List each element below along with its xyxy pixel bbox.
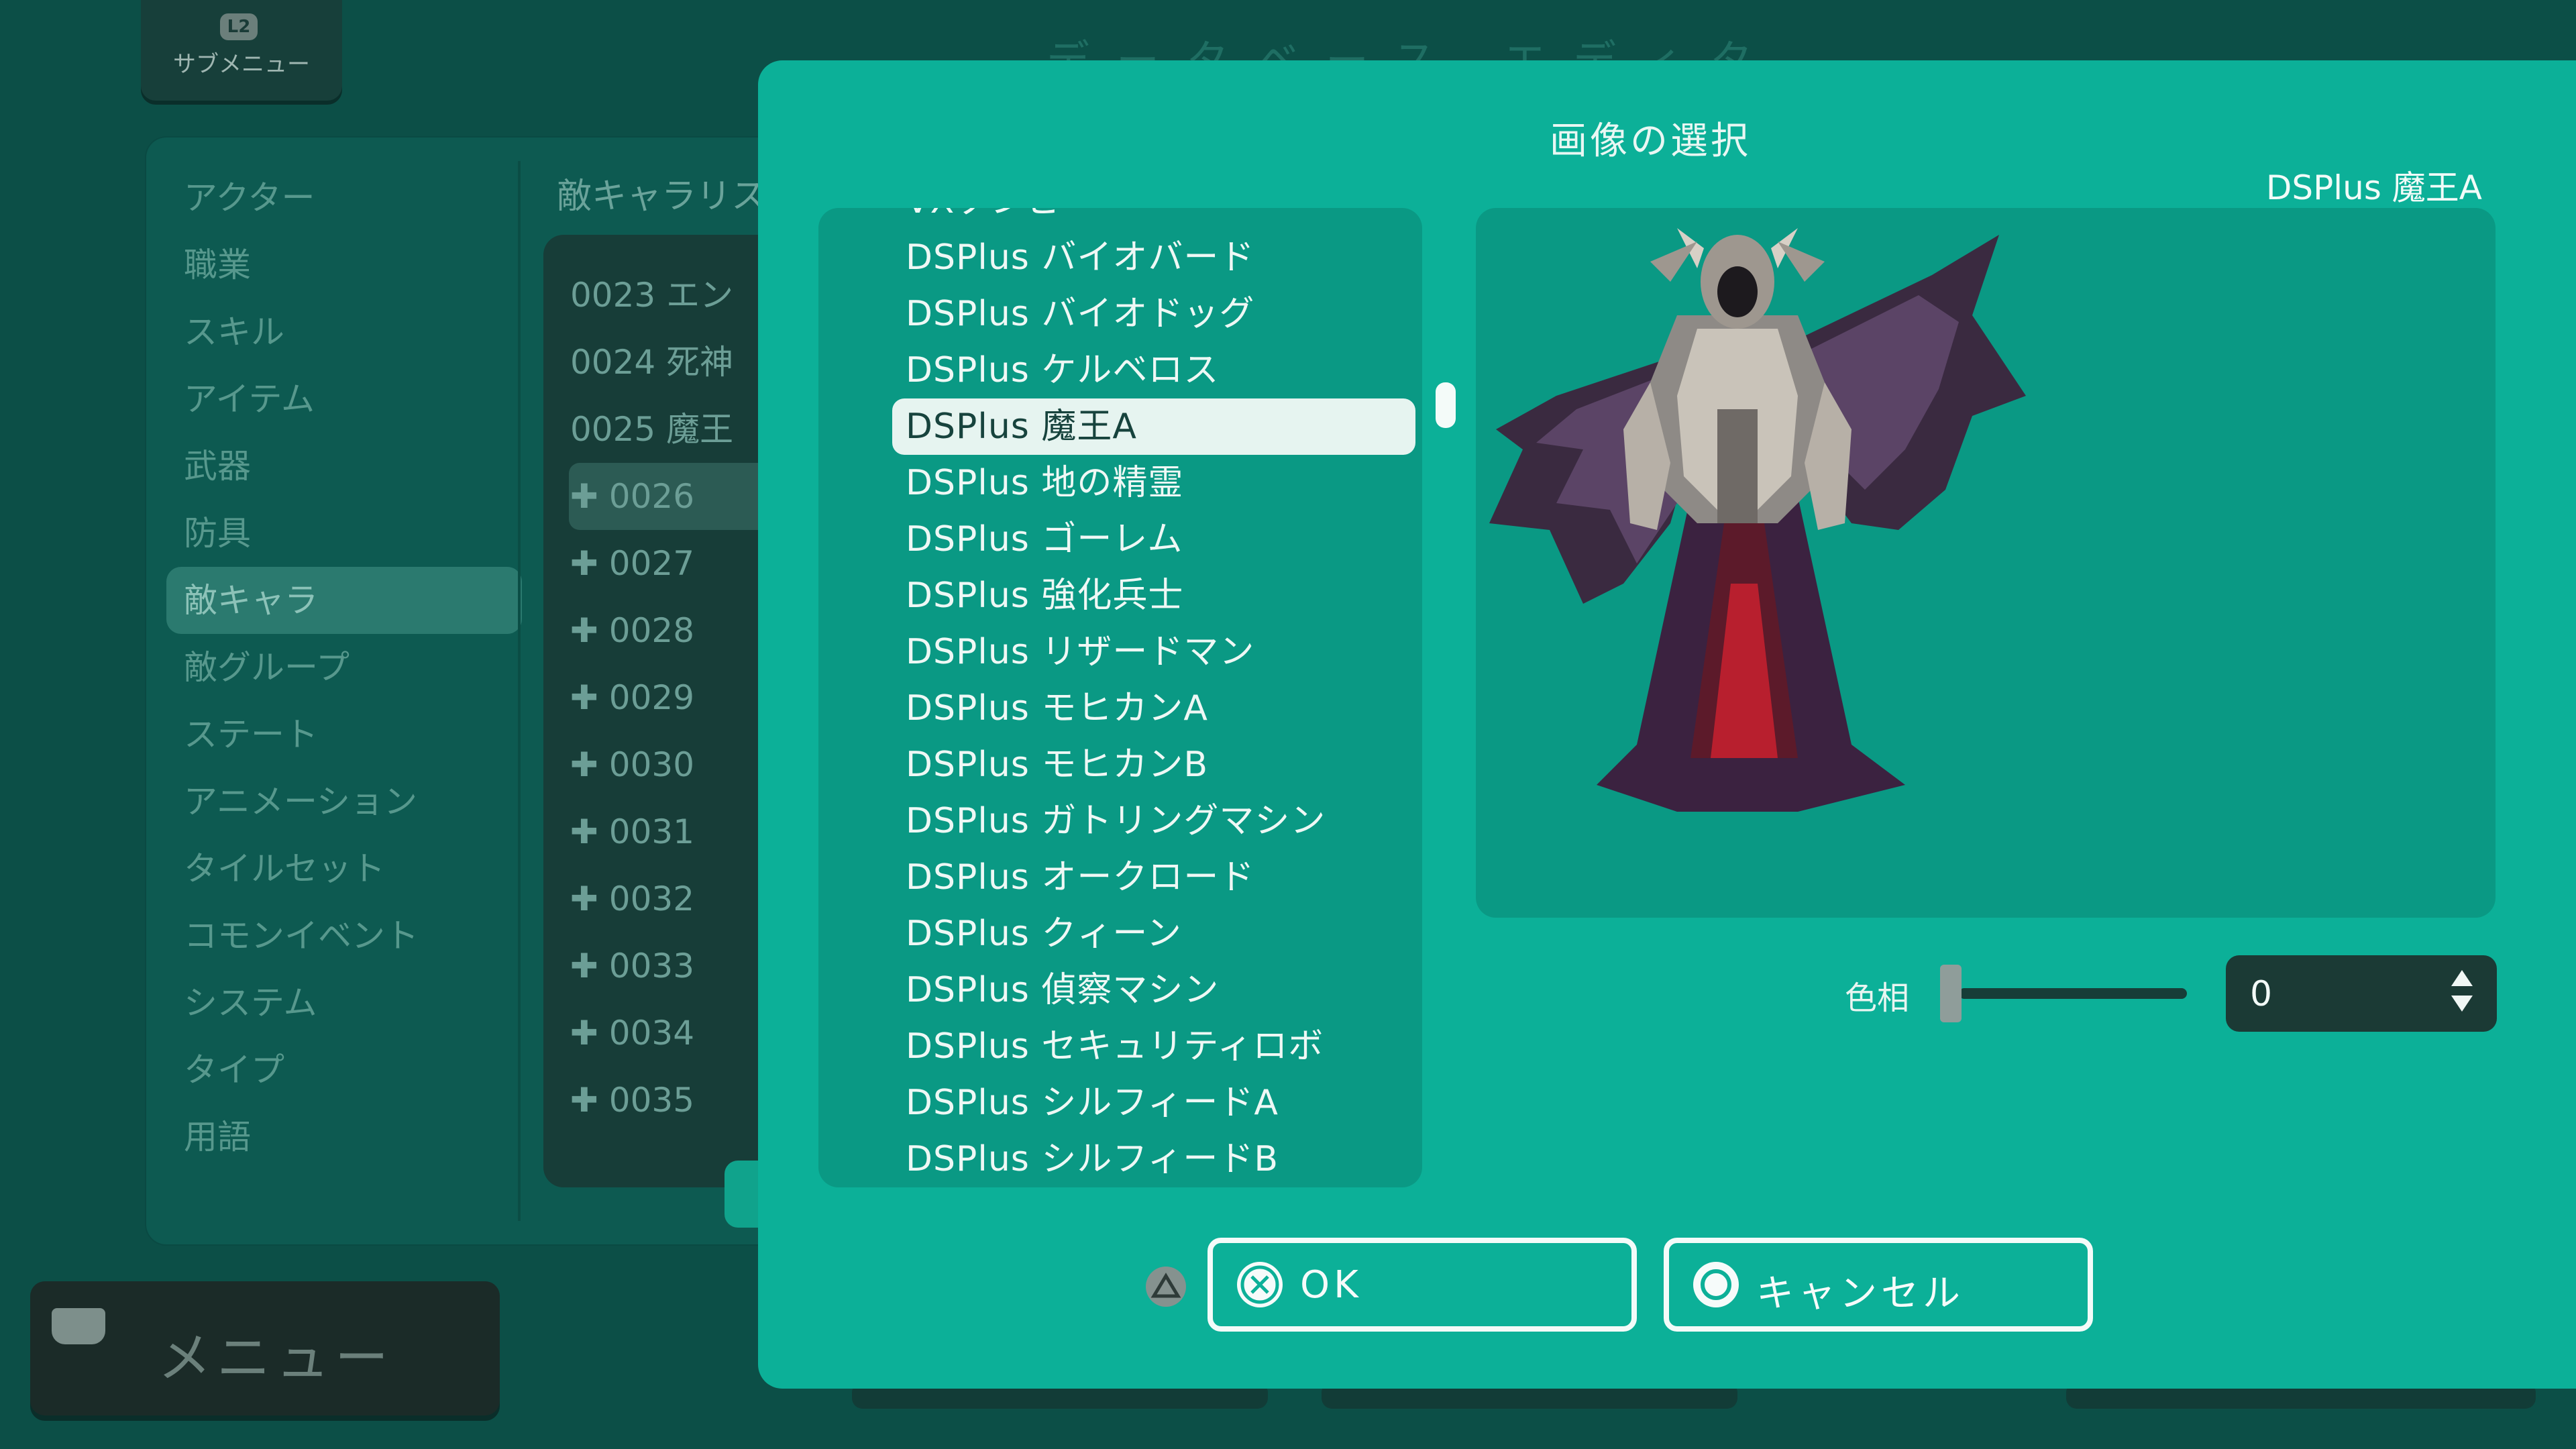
hue-number-field[interactable]: 0 bbox=[2226, 955, 2497, 1032]
image-preview bbox=[1476, 208, 2496, 918]
category-item[interactable]: コモンイベント bbox=[166, 902, 522, 969]
decrement-arrow-icon[interactable] bbox=[2451, 996, 2473, 1012]
enemy-row[interactable]: ✚ 0028 bbox=[570, 597, 694, 664]
category-item[interactable]: 敵グループ bbox=[166, 634, 522, 701]
enemy-row[interactable]: 0025 魔王 bbox=[570, 396, 733, 463]
enemy-row[interactable]: ✚ 0033 bbox=[570, 932, 694, 1000]
category-item[interactable]: タイルセット bbox=[166, 835, 522, 902]
image-file-list[interactable]: VXゾンビDSPlus バイオバードDSPlus バイオドッグDSPlus ケル… bbox=[818, 208, 1422, 1187]
file-list-item[interactable]: DSPlus ガトリングマシン bbox=[906, 793, 1326, 849]
category-item[interactable]: アイテム bbox=[166, 366, 522, 433]
file-list-item[interactable]: DSPlus バイオバード bbox=[906, 229, 1254, 286]
category-item[interactable]: アクター bbox=[166, 164, 522, 231]
file-list-item[interactable]: DSPlus モヒカンA bbox=[906, 680, 1208, 737]
file-list-item[interactable]: DSPlus モヒカンB bbox=[906, 737, 1208, 793]
submenu-button[interactable]: L2 サブメニュー bbox=[141, 0, 342, 101]
category-item[interactable]: システム bbox=[166, 969, 522, 1036]
enemy-list-title: 敵キャラリス bbox=[557, 176, 767, 217]
hue-slider-handle[interactable] bbox=[1940, 965, 1962, 1022]
l2-badge-icon: L2 bbox=[220, 13, 258, 40]
category-item[interactable]: 職業 bbox=[166, 231, 522, 299]
file-list-item[interactable]: DSPlus 強化兵士 bbox=[906, 568, 1183, 624]
demon-king-sprite-icon bbox=[1489, 228, 2026, 812]
hue-label: 色相 bbox=[1845, 979, 1910, 1017]
submenu-label: サブメニュー bbox=[173, 51, 310, 78]
file-list-item[interactable]: DSPlus 偵察マシン bbox=[906, 962, 1219, 1018]
category-item[interactable]: 用語 bbox=[166, 1104, 522, 1171]
triangle-button-icon bbox=[1146, 1267, 1186, 1307]
category-item[interactable]: 武器 bbox=[166, 433, 522, 500]
file-list-item[interactable]: DSPlus 魔王A bbox=[892, 398, 1415, 455]
enemy-row[interactable]: 0023 エン bbox=[570, 262, 733, 329]
file-list-item[interactable]: DSPlus セキュリティロボ bbox=[906, 1018, 1324, 1075]
enemy-row[interactable]: ✚ 0030 bbox=[570, 731, 694, 798]
file-list-item[interactable]: DSPlus シルフィードA bbox=[906, 1075, 1279, 1131]
bag-icon bbox=[52, 1308, 105, 1344]
category-list: アクター 職業 スキル アイテム 武器 防具 敵キャラ 敵グループ ステート アニメーション タイル… bbox=[166, 164, 522, 1171]
category-item[interactable]: タイプ bbox=[166, 1036, 522, 1104]
file-list-item[interactable]: DSPlus リザードマン bbox=[906, 624, 1254, 680]
enemy-row[interactable]: ✚ 0034 bbox=[570, 1000, 694, 1067]
enemy-row[interactable]: 0024 死神 bbox=[570, 329, 733, 396]
enemy-row[interactable]: ✚ 0031 bbox=[570, 798, 694, 865]
file-list-item[interactable]: DSPlus 地の精霊 bbox=[906, 455, 1183, 511]
ok-label: OK bbox=[1300, 1263, 1362, 1307]
file-list-item[interactable]: VXゾンビ bbox=[906, 208, 1061, 229]
file-list-item[interactable]: DSPlus シルフィードB bbox=[906, 1131, 1279, 1187]
enemy-row[interactable]: ✚ 0032 bbox=[570, 865, 694, 932]
menu-label: メニュー bbox=[158, 1327, 394, 1389]
circle-icon bbox=[1693, 1262, 1739, 1307]
cancel-label: キャンセル bbox=[1756, 1272, 1964, 1316]
file-list-item[interactable]: DSPlus クィーン bbox=[906, 906, 1182, 962]
category-item[interactable]: ステート bbox=[166, 701, 522, 768]
enemy-row[interactable]: ✚ 0027 bbox=[570, 530, 694, 597]
category-item[interactable]: スキル bbox=[166, 299, 522, 366]
dialog-title: 画像の選択 bbox=[1550, 119, 1751, 163]
cross-icon bbox=[1237, 1262, 1283, 1307]
category-item[interactable]: 防具 bbox=[166, 500, 522, 567]
category-item[interactable]: アニメーション bbox=[166, 768, 522, 835]
enemy-row[interactable]: ✚ 0029 bbox=[570, 664, 694, 731]
scrollbar-thumb[interactable] bbox=[1436, 382, 1456, 428]
panel-divider bbox=[518, 161, 521, 1221]
enemy-row[interactable]: ✚ 0035 bbox=[570, 1067, 694, 1134]
selected-image-name: DSPlus 魔王A bbox=[2265, 168, 2482, 207]
file-list-item[interactable]: DSPlus バイオドッグ bbox=[906, 286, 1254, 342]
category-item[interactable]: 敵キャラ bbox=[166, 567, 522, 634]
hue-slider[interactable] bbox=[1959, 988, 2187, 999]
ok-button[interactable]: OK bbox=[1208, 1238, 1637, 1332]
hue-value: 0 bbox=[2250, 974, 2273, 1014]
file-list-item[interactable]: DSPlus オークロード bbox=[906, 849, 1254, 906]
menu-button[interactable]: メニュー bbox=[30, 1281, 500, 1415]
file-list-item[interactable]: DSPlus ゴーレム bbox=[906, 511, 1183, 568]
increment-arrow-icon[interactable] bbox=[2451, 970, 2473, 986]
file-list-item[interactable]: DSPlus ケルベロス bbox=[906, 342, 1219, 398]
cancel-button[interactable]: キャンセル bbox=[1664, 1238, 2093, 1332]
